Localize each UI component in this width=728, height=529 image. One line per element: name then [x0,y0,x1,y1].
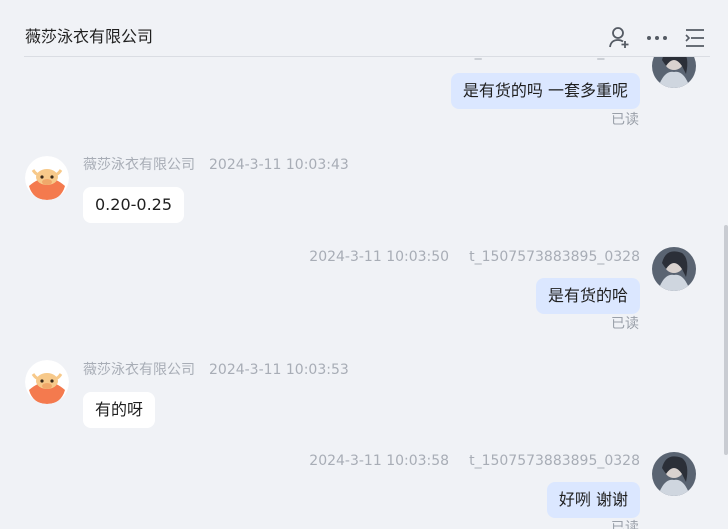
add-user-icon[interactable] [607,26,631,50]
more-icon[interactable] [645,26,669,50]
read-status: 已读 [611,520,639,529]
menu-list-icon[interactable] [683,26,707,50]
chat-header: 薇莎泳衣有限公司 [0,0,728,56]
chat-title: 薇莎泳衣有限公司 [25,27,154,46]
user-avatar[interactable] [652,452,696,496]
message-meta: 2024-3-11 10:03:58 t_1507573883895_0328 [309,451,640,471]
message-bubble-incoming[interactable]: 有的呀 [83,392,156,428]
user-avatar[interactable] [652,247,696,291]
message-sender: t_1507573883895_0328 [469,453,640,469]
read-status: 已读 [611,316,639,332]
message-time: 2024-3-11 10:03:53 [209,362,349,378]
message-bubble-outgoing[interactable]: 是有货的吗 一套多重呢 [450,73,640,109]
scrollbar[interactable] [724,225,728,455]
message-time: 2024-3-11 10:03:50 [309,249,450,265]
message-time: 2024-3-11 10:03:43 [209,157,349,173]
message-meta: 薇莎泳衣有限公司 2024-3-11 10:03:53 [83,360,349,380]
message-time: 2024-3-11 10:03:58 [309,453,450,469]
shop-avatar[interactable] [25,156,69,200]
message-sender: 薇莎泳衣有限公司 [83,157,195,173]
message-bubble-outgoing[interactable]: 是有货的哈 [535,278,640,314]
message-bubble-incoming[interactable]: 0.20-0.25 [83,187,185,223]
message-sender: 薇莎泳衣有限公司 [83,362,195,378]
read-status: 已读 [611,112,639,128]
message-bubble-outgoing[interactable]: 好咧 谢谢 [546,482,640,518]
message-list[interactable]: 2024-3-11 10:03:37t_1507573883895_0328 是… [0,0,728,529]
message-meta: 薇莎泳衣有限公司 2024-3-11 10:03:43 [83,155,349,175]
shop-avatar[interactable] [25,360,69,404]
message-meta: 2024-3-11 10:03:50 t_1507573883895_0328 [309,247,640,267]
header-divider [24,56,710,57]
message-sender: t_1507573883895_0328 [469,249,640,265]
